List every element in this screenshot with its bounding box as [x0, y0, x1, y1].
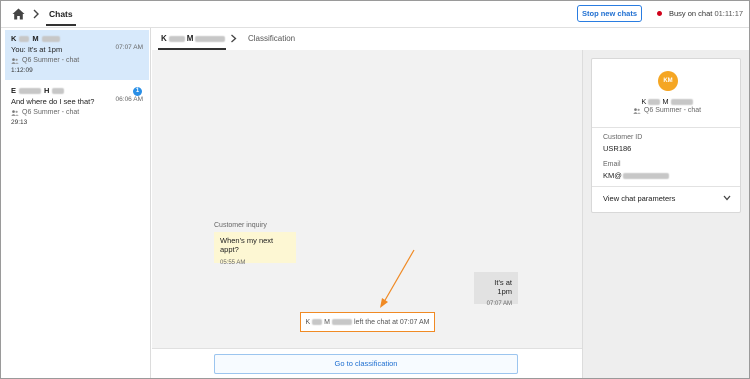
chat-tabs: KM Classification: [152, 28, 582, 50]
customer-card: KM KM Q6 Summer - chat Customer ID USR18…: [591, 58, 741, 213]
queue-label: Q6 Summer - chat: [592, 107, 742, 114]
message-text: When's my next appt?: [220, 236, 274, 254]
contact-initial: K: [305, 318, 311, 326]
queue-name: Q6 Summer - chat: [22, 57, 80, 64]
queue-name: Q6 Summer - chat: [643, 107, 702, 114]
redacted-text: [648, 98, 661, 105]
status-label: Busy on chat: [669, 9, 713, 18]
conversation-duration: 29:13: [11, 119, 28, 126]
contact-name: KM: [11, 34, 143, 43]
chat-footer: Go to classification: [152, 348, 582, 378]
tab-chats[interactable]: Chats: [49, 9, 73, 19]
tab-classification[interactable]: Classification: [248, 34, 295, 43]
redacted-text: [19, 87, 42, 94]
customer-name: KM: [592, 97, 742, 106]
contact-initial: K: [11, 34, 17, 43]
chevron-right-icon: [33, 9, 39, 19]
message-time: 05:55 AM: [220, 260, 246, 266]
tab-contact[interactable]: KM: [161, 34, 226, 43]
customer-id-value: USR186: [603, 144, 632, 153]
conversation-item[interactable]: EH 1 06:06 AM And where do I see that? Q…: [5, 82, 149, 132]
conversation-time: 07:07 AM: [115, 44, 143, 51]
home-icon[interactable]: [12, 8, 25, 20]
chat-transcript: Customer inquiry When's my next appt? 05…: [152, 50, 582, 348]
queue-label: Q6 Summer - chat: [11, 109, 143, 116]
email-label: Email: [603, 161, 621, 168]
contact-initial: M: [324, 318, 330, 326]
redacted-text: [168, 35, 185, 42]
unread-badge: 1: [133, 87, 142, 96]
contact-initial: H: [44, 86, 50, 95]
view-params-label: View chat parameters: [603, 194, 676, 203]
contact-initial: E: [11, 86, 17, 95]
avatar: KM: [658, 71, 678, 91]
customer-details-panel: KM KM Q6 Summer - chat Customer ID USR18…: [582, 50, 749, 378]
app-window: Chats Stop new chats Busy on chat 01:11:…: [0, 0, 750, 379]
redacted-text: [52, 87, 65, 94]
chevron-right-icon: [231, 34, 237, 43]
contact-initial: K: [161, 34, 167, 43]
divider: [592, 186, 740, 187]
incoming-message: When's my next appt? 05:55 AM: [214, 232, 296, 266]
contact-initial: M: [662, 97, 669, 106]
go-to-classification-button[interactable]: Go to classification: [214, 354, 518, 374]
users-icon: [11, 109, 19, 116]
outgoing-message: It's at 1pm 07:07 AM: [474, 272, 518, 307]
contact-initial: K: [641, 97, 647, 106]
email-value: KM@: [603, 171, 669, 180]
status-timer: 01:11:17: [714, 9, 744, 18]
redacted-text: [312, 319, 323, 325]
redacted-text: [195, 35, 226, 42]
redacted-text: [41, 35, 60, 42]
view-chat-parameters-toggle[interactable]: View chat parameters: [603, 194, 731, 203]
stop-new-chats-button[interactable]: Stop new chats: [577, 5, 642, 22]
redacted-text: [19, 35, 30, 42]
users-icon: [633, 107, 641, 114]
redacted-text: [332, 319, 352, 325]
system-message-highlight: K M left the chat at 07:07 AM: [300, 312, 435, 332]
inquiry-label: Customer inquiry: [214, 222, 267, 229]
customer-id-label: Customer ID: [603, 134, 643, 141]
queue-label: Q6 Summer - chat: [11, 57, 143, 64]
message-text: It's at 1pm: [494, 278, 512, 296]
status-indicator-dot: [657, 11, 662, 16]
redacted-text: [622, 172, 669, 179]
contact-initial: M: [32, 34, 39, 43]
active-tab-indicator: [46, 24, 76, 26]
system-message-text: left the chat at 07:07 AM: [354, 318, 430, 326]
message-time: 07:07 AM: [486, 301, 512, 307]
contact-name: EH: [11, 86, 143, 95]
divider: [592, 127, 740, 128]
agent-status[interactable]: Busy on chat 01:11:17: [669, 9, 743, 18]
chevron-down-icon: [723, 195, 731, 201]
conversation-item[interactable]: KM 07:07 AM You: It's at 1pm Q6 Summer -…: [5, 30, 149, 80]
queue-name: Q6 Summer - chat: [22, 109, 80, 116]
redacted-text: [670, 98, 693, 105]
conversation-time: 06:06 AM: [115, 96, 143, 103]
email-prefix: KM@: [603, 171, 622, 180]
conversation-list: KM 07:07 AM You: It's at 1pm Q6 Summer -…: [1, 28, 151, 378]
conversation-duration: 1:12:09: [11, 67, 33, 74]
contact-initial: M: [186, 34, 194, 43]
users-icon: [11, 57, 19, 64]
top-bar: Chats Stop new chats Busy on chat 01:11:…: [1, 1, 749, 28]
